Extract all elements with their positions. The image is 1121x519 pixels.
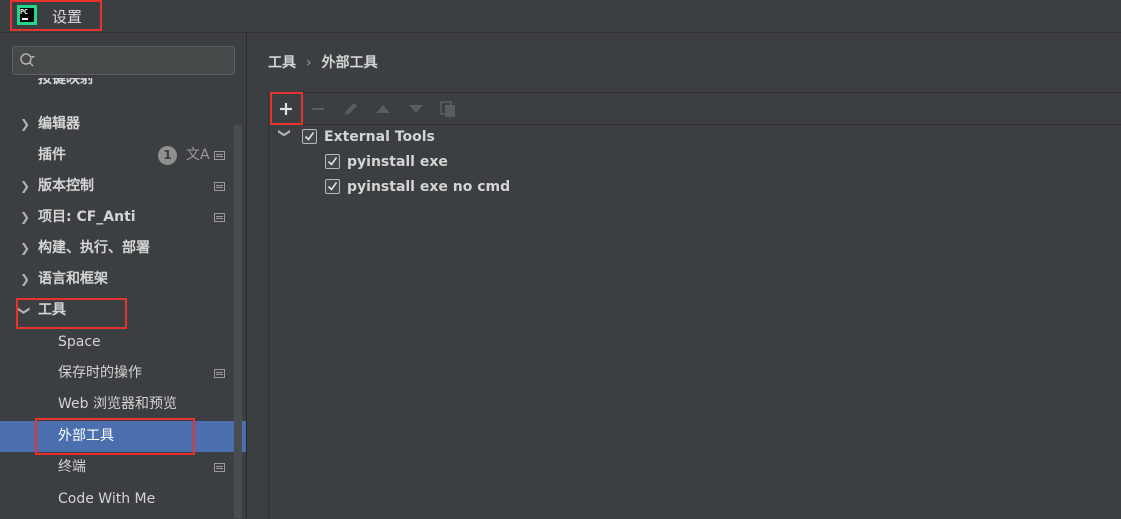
sidebar-item-label: 工具: [38, 302, 66, 318]
sidebar-item-label: 外部工具: [58, 428, 114, 444]
settings-sidebar: 按键映射 ❯ 编辑器 插件 1 文A ❯ 版本控制 ❯ 项目: CF_Anti …: [0, 33, 247, 518]
breadcrumb-separator: ›: [306, 55, 312, 71]
project-level-icon: [214, 463, 225, 472]
checkmark-icon: [327, 182, 338, 191]
breadcrumb-parent[interactable]: 工具: [268, 55, 296, 71]
breadcrumb: 工具 › 外部工具: [268, 52, 378, 72]
sidebar-scrollbar[interactable]: [234, 125, 242, 518]
sidebar-item-label: Space: [58, 334, 101, 350]
update-count-badge: 1: [158, 146, 177, 165]
sidebar-item-label: 语言和框架: [38, 271, 108, 287]
tool-label[interactable]: pyinstall exe: [347, 150, 448, 175]
sidebar-item-label: 构建、执行、部署: [38, 240, 150, 256]
move-up-icon[interactable]: [373, 99, 393, 119]
edit-icon[interactable]: [341, 99, 361, 119]
move-down-icon[interactable]: [406, 99, 426, 119]
sidebar-item-tools[interactable]: ❯ 工具: [0, 295, 235, 326]
title-bar: PC 设置: [0, 0, 1121, 33]
sidebar-item-label: 编辑器: [38, 116, 80, 132]
sidebar-item-editor[interactable]: ❯ 编辑器: [0, 109, 235, 140]
pycharm-logo-icon: PC: [17, 5, 37, 25]
sidebar-item-actions-on-save[interactable]: 保存时的操作: [0, 358, 235, 389]
sidebar-item-label: Code With Me: [58, 491, 156, 507]
tool-checkbox[interactable]: [325, 179, 340, 194]
external-tools-panel: ❯ External Tools pyinstall exe pyinstall…: [268, 92, 1121, 519]
tool-checkbox[interactable]: [325, 154, 340, 169]
search-input[interactable]: [12, 46, 235, 75]
project-level-icon: [214, 151, 225, 160]
chevron-right-icon[interactable]: ❯: [20, 202, 32, 233]
sidebar-item-label: 插件: [38, 147, 66, 163]
chevron-down-icon[interactable]: ❯: [9, 305, 40, 315]
add-icon[interactable]: [276, 99, 296, 119]
sidebar-item-terminal[interactable]: 终端: [0, 452, 235, 483]
chevron-right-icon[interactable]: ❯: [20, 264, 32, 295]
breadcrumb-current: 外部工具: [321, 55, 378, 71]
remove-icon[interactable]: [308, 99, 328, 119]
tools-toolbar: [269, 93, 1121, 125]
sidebar-item-build-execution-deployment[interactable]: ❯ 构建、执行、部署: [0, 233, 235, 264]
project-level-icon: [214, 369, 225, 378]
search-icon[interactable]: [19, 52, 36, 69]
sidebar-item-label: 按键映射: [38, 78, 94, 87]
translate-icon: 文A: [186, 147, 210, 163]
sidebar-item-label: 项目: CF_Anti: [38, 209, 136, 225]
chevron-right-icon[interactable]: ❯: [20, 109, 32, 140]
sidebar-item-label: 版本控制: [38, 178, 94, 194]
copy-icon[interactable]: [438, 99, 458, 119]
settings-content: 工具 › 外部工具 ❯ External Tools pyinstall exe…: [247, 33, 1121, 519]
external-tools-group-checkbox[interactable]: [302, 129, 317, 144]
sidebar-item-web-browsers[interactable]: Web 浏览器和预览: [0, 389, 235, 420]
chevron-down-icon[interactable]: ❯: [278, 128, 292, 138]
sidebar-item-version-control[interactable]: ❯ 版本控制: [0, 171, 235, 202]
sidebar-item-plugins[interactable]: 插件 1 文A: [0, 140, 235, 171]
external-tools-group-label[interactable]: External Tools: [324, 125, 435, 150]
chevron-right-icon[interactable]: ❯: [20, 171, 32, 202]
sidebar-item-keymap[interactable]: 按键映射: [0, 78, 235, 100]
sidebar-item-space[interactable]: Space: [0, 327, 235, 358]
project-level-icon: [214, 182, 225, 191]
sidebar-item-project[interactable]: ❯ 项目: CF_Anti: [0, 202, 235, 233]
sidebar-item-label: Web 浏览器和预览: [58, 396, 177, 412]
tool-label[interactable]: pyinstall exe no cmd: [347, 175, 510, 200]
window-title: 设置: [52, 8, 83, 26]
project-level-icon: [214, 213, 225, 222]
sidebar-item-label: 保存时的操作: [58, 365, 142, 381]
sidebar-item-external-tools[interactable]: 外部工具: [0, 421, 246, 452]
sidebar-item-label: 终端: [58, 459, 86, 475]
checkmark-icon: [327, 157, 338, 166]
chevron-right-icon[interactable]: ❯: [20, 233, 32, 264]
checkmark-icon: [304, 132, 315, 141]
sidebar-item-languages-frameworks[interactable]: ❯ 语言和框架: [0, 264, 235, 295]
sidebar-item-code-with-me[interactable]: Code With Me: [0, 484, 235, 515]
